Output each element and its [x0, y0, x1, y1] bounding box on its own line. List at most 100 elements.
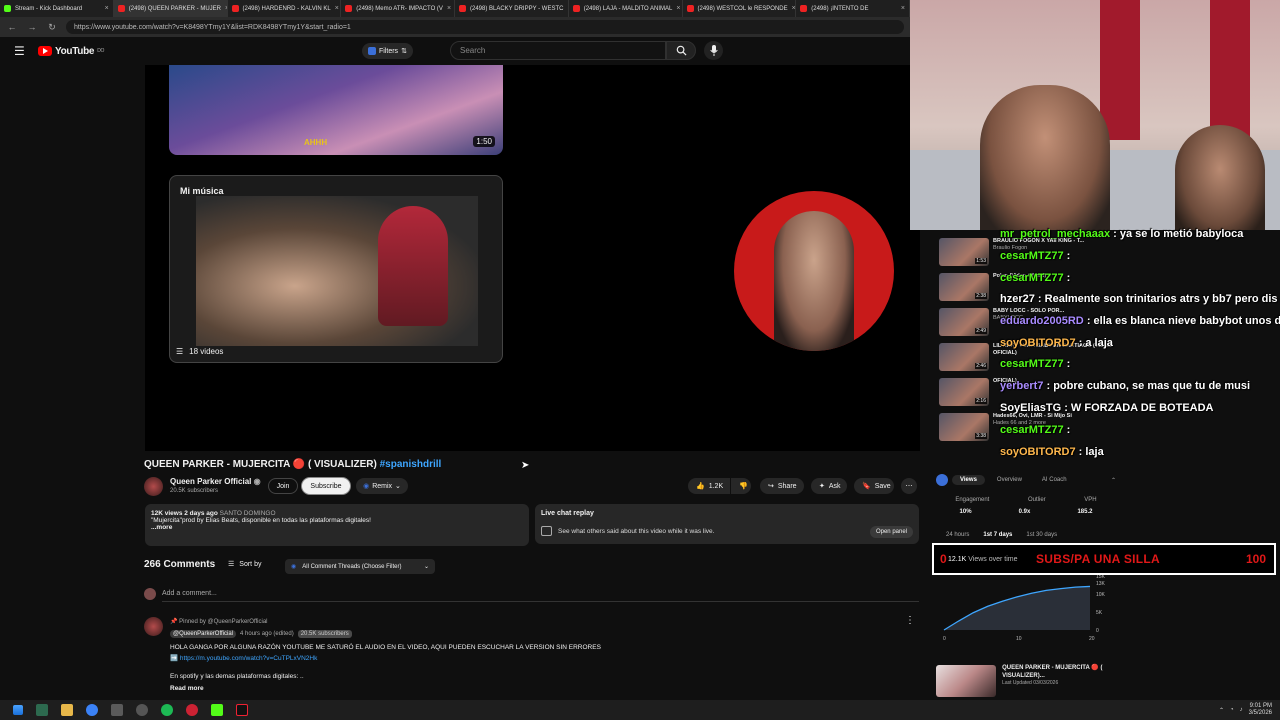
endscreen-video-thumbnail[interactable]: AHHH 1:50	[169, 65, 503, 155]
playlist-title: Mi música	[180, 186, 224, 196]
sort-button[interactable]: ☰ Sort by	[228, 560, 261, 569]
video-title-text: QUEEN PARKER - MUJERCITA 🔴 ( VISUALIZER)	[144, 459, 377, 470]
chevron-up-icon[interactable]: ⌃	[1111, 477, 1116, 484]
more-horizontal-icon: ⋯	[905, 483, 913, 490]
channel-name[interactable]: Queen Parker Official ◉	[170, 477, 261, 486]
comment-author-name[interactable]: @QueenParkerOfficial	[170, 630, 237, 638]
chat-text: : a laja	[1078, 337, 1113, 349]
tab-views[interactable]: Views	[952, 475, 985, 485]
obs-icon[interactable]	[136, 704, 148, 716]
youtube-logo[interactable]: YouTube DO	[38, 46, 104, 57]
url-field[interactable]: https://www.youtube.com/watch?v=K8498YTm…	[66, 20, 904, 34]
join-button[interactable]: Join	[268, 478, 298, 494]
thumbs-down-icon: 👎	[739, 483, 748, 490]
analytics-video-title: QUEEN PARKER - MUJERCITA 🔴 ( VISUALIZER)…	[1002, 665, 1103, 679]
chat-text: : pobre cubano, se mas que tu de musi	[1046, 380, 1251, 392]
tab-ai-coach[interactable]: AI Coach	[1034, 475, 1075, 485]
subscribe-button[interactable]: Subscribe	[302, 478, 350, 494]
goal-target: 100	[1245, 552, 1266, 566]
playlist-count-label: 18 videos	[189, 347, 224, 356]
comment-author-avatar[interactable]	[144, 617, 163, 636]
endscreen-playlist-card[interactable]: Mi música ☰ 18 videos	[169, 175, 503, 363]
playlist-count: ☰ 18 videos	[176, 347, 223, 356]
analytics-video-card[interactable]: QUEEN PARKER - MUJERCITA 🔴 ( VISUALIZER)…	[936, 665, 1118, 697]
chat-username: cesarMTZ77	[1000, 358, 1064, 370]
view-count-date: 12K views 2 days ago	[151, 510, 218, 517]
tab-favicon-icon	[117, 5, 125, 12]
description-box[interactable]: 12K views 2 days ago SANTO DOMINGO "Muje…	[145, 504, 529, 546]
comment-filter-select[interactable]: ◉ All Comment Threads (Choose Filter) ⌄	[285, 559, 435, 574]
volume-icon[interactable]: ♪	[1240, 707, 1243, 713]
range-24-hours[interactable]: 24 hours	[946, 532, 969, 538]
close-icon[interactable]: ×	[901, 5, 905, 12]
chrome-icon[interactable]	[86, 704, 98, 716]
comment-author-subs: 20.5K subscribers	[297, 630, 352, 638]
remix-button[interactable]: ◉ Remix ⌄	[356, 478, 408, 494]
search-button[interactable]	[666, 41, 696, 60]
app-icon[interactable]	[111, 704, 123, 716]
video-hashtag[interactable]: #spanishdrill	[380, 459, 442, 470]
kick-icon[interactable]	[211, 704, 223, 716]
close-icon[interactable]: ×	[447, 5, 451, 12]
chat-text: :	[1066, 250, 1071, 262]
like-button[interactable]: 👍 1.2K	[688, 478, 730, 494]
reload-icon[interactable]: ↻	[46, 22, 58, 33]
y-tick-label: 13K	[1096, 581, 1106, 587]
y-tick-label: 10K	[1096, 592, 1106, 598]
share-button[interactable]: ↪ Share	[760, 478, 804, 494]
channel-avatar[interactable]	[144, 477, 163, 496]
comment-time[interactable]: 4 hours ago (edited)	[240, 631, 294, 637]
filters-button[interactable]: Filters ⇅	[362, 43, 413, 59]
remix-icon: ◉	[363, 483, 370, 490]
close-icon[interactable]: ×	[676, 5, 680, 12]
description-more-link[interactable]: ...more	[151, 524, 523, 531]
forward-icon[interactable]: →	[26, 22, 38, 32]
tray-chevron-icon[interactable]: ⌃	[1219, 707, 1224, 714]
comment-read-more[interactable]: Read more	[170, 685, 204, 692]
endscreen-channel-avatar[interactable]	[734, 191, 894, 351]
range-30-days[interactable]: 1st 30 days	[1026, 532, 1057, 538]
menu-icon[interactable]: ☰	[14, 44, 26, 58]
analytics-stats: Engagement Outlier VPH 10% 0.9x 185.2	[936, 497, 1116, 515]
more-actions-button[interactable]: ⋯	[901, 478, 917, 494]
ask-button[interactable]: ✦ Ask	[811, 478, 847, 494]
close-icon[interactable]: ×	[105, 5, 109, 12]
open-panel-button[interactable]: Open panel	[869, 526, 913, 538]
browser-tab[interactable]: Stream - Kick Dashboard ×	[0, 0, 114, 17]
wifi-icon[interactable]: ◔	[1230, 707, 1234, 713]
chat-message: cesarMTZ77 :	[1000, 250, 1070, 262]
tab-overview[interactable]: Overview	[989, 475, 1030, 485]
live-chat-title: Live chat replay	[541, 510, 594, 517]
browser-tab[interactable]: (2498) ¡INTENTO DE ×	[796, 0, 910, 17]
dislike-button[interactable]: 👎	[731, 478, 751, 494]
tab-title: (2498) LAJA - MALDITO ANIMAL	[583, 5, 673, 12]
browser-tab[interactable]: (2498) QUEEN PARKER - MUJER×	[113, 0, 228, 17]
tab-title: (2498) QUEEN PARKER - MUJER	[128, 5, 221, 12]
close-icon[interactable]: ×	[792, 5, 796, 12]
browser-tab[interactable]: (2498) LAJA - MALDITO ANIMAL ×	[569, 0, 683, 17]
back-icon[interactable]: ←	[6, 22, 18, 32]
save-button[interactable]: 🔖 Save	[854, 478, 894, 494]
tab-title: (2498) BLACKY DRIPPY - WESTC	[470, 5, 564, 12]
close-icon[interactable]: ×	[335, 5, 339, 12]
related-video-thumbnail: 1:53	[939, 238, 989, 266]
comment-link[interactable]: ➡️ https://m.youtube.com/watch?v=CuTPLxV…	[170, 654, 317, 662]
search-input[interactable]: Search	[450, 41, 666, 60]
terminal-icon[interactable]	[36, 704, 48, 716]
filters-label: Filters	[379, 47, 399, 55]
spotify-icon[interactable]	[161, 704, 173, 716]
browser-tab[interactable]: (2498) Memo ATR- IMPACTO (V ×	[341, 0, 455, 17]
windows-start-icon[interactable]	[13, 705, 23, 715]
range-7-days[interactable]: 1st 7 days	[983, 532, 1012, 538]
browser-tab[interactable]: (2498) WESTCOL le RESPONDE ×	[683, 0, 797, 17]
file-explorer-icon[interactable]	[61, 704, 73, 716]
chrome-alt-icon[interactable]	[186, 704, 198, 716]
voice-search-button[interactable]	[704, 41, 723, 60]
chat-message: cesarMTZ77 :	[1000, 424, 1070, 436]
tiktok-icon[interactable]	[236, 704, 248, 716]
clock[interactable]: 9:01 PM 3/5/2026	[1249, 703, 1272, 717]
add-comment-input[interactable]: Add a comment...	[162, 590, 217, 597]
browser-tab[interactable]: (2498) HARDENRD - KALVIN KL ×	[228, 0, 342, 17]
browser-tab[interactable]: (2498) BLACKY DRIPPY - WESTC×	[455, 0, 569, 17]
comment-menu-icon[interactable]: ⋮	[905, 615, 915, 626]
